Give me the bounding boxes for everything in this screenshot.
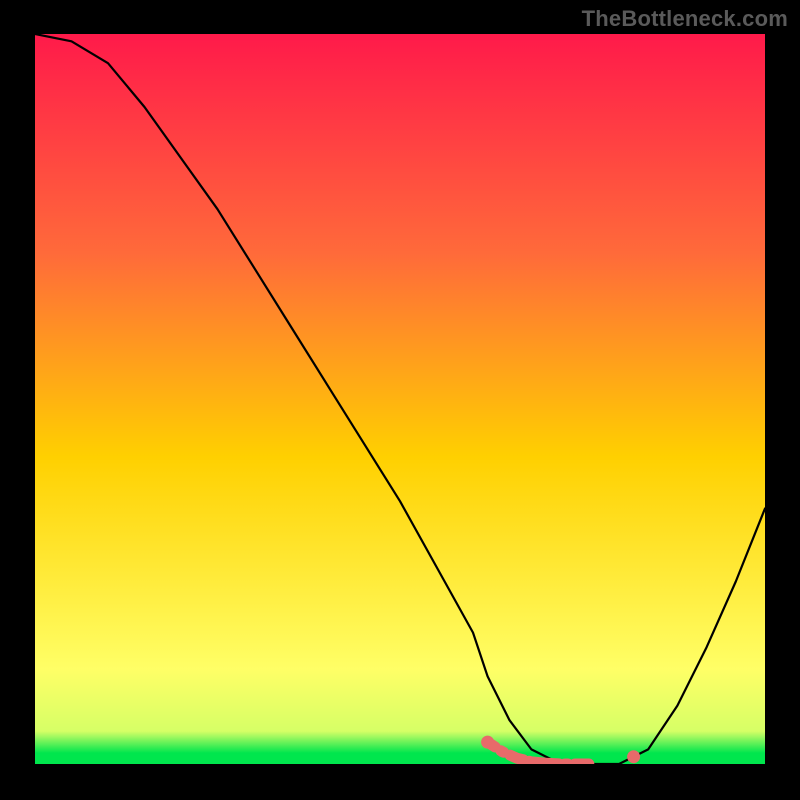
watermark-text: TheBottleneck.com bbox=[582, 6, 788, 32]
plot-frame bbox=[35, 34, 765, 764]
gradient-background bbox=[35, 34, 765, 764]
optimal-range-endcap bbox=[481, 736, 494, 749]
chart-svg bbox=[35, 34, 765, 764]
chart-container: TheBottleneck.com bbox=[0, 0, 800, 800]
optimal-range-endcap bbox=[627, 750, 640, 763]
